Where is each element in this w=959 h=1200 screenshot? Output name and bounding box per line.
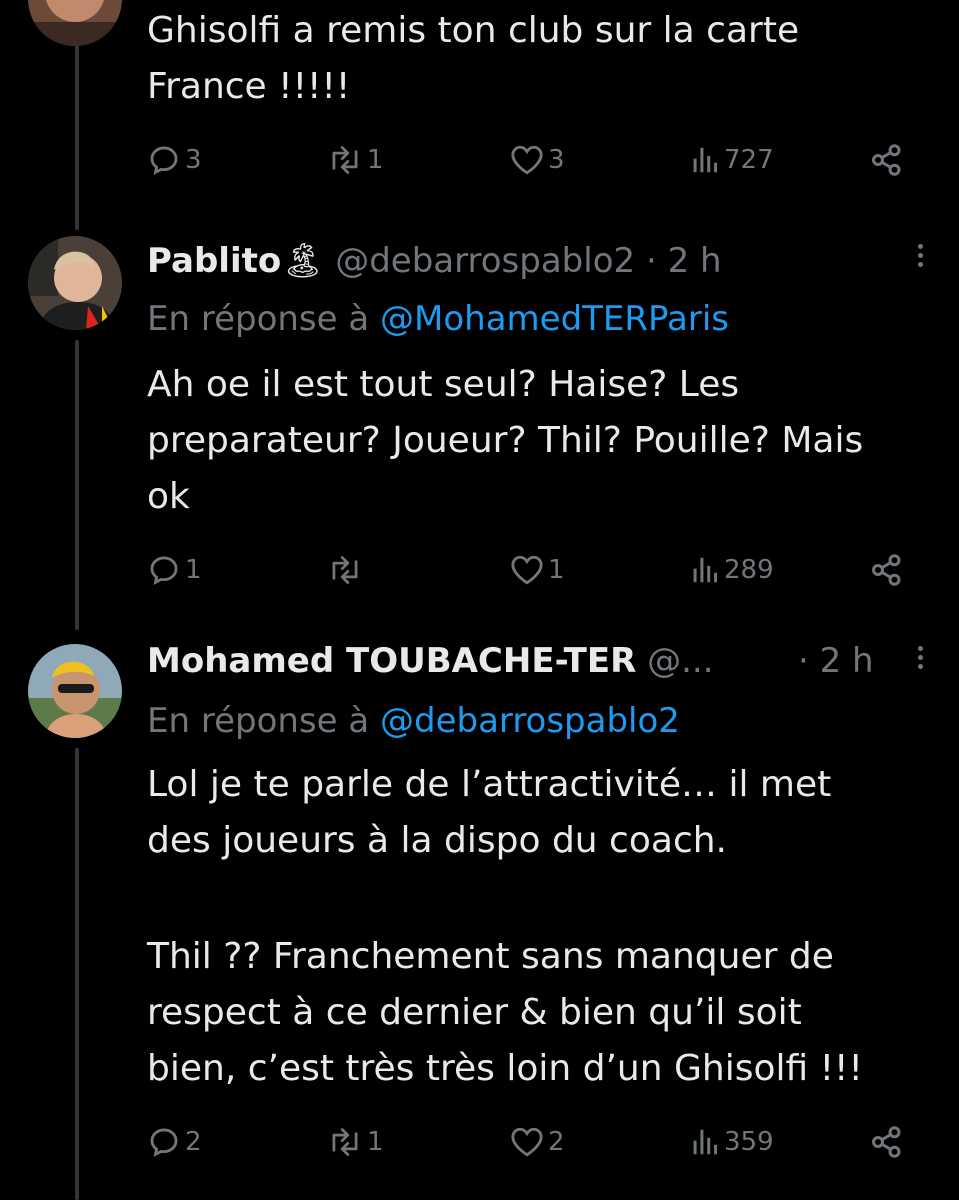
timestamp[interactable]: · 2 h (798, 638, 874, 684)
views-icon (693, 557, 718, 583)
share-button[interactable] (869, 1120, 905, 1164)
reply-prefix: En réponse à (147, 299, 370, 339)
display-name[interactable]: Mohamed TOUBACHE-TER (147, 641, 636, 681)
more-icon[interactable] (910, 642, 930, 682)
like-button[interactable]: 2 (510, 1120, 565, 1164)
tweet-text-line: preparateur? Joueur? Thil? Pouille? Mais (147, 420, 864, 461)
repost-icon (332, 146, 358, 174)
avatar[interactable] (28, 0, 122, 46)
views-count: 359 (724, 1127, 774, 1157)
reply-context: En réponse à @MohamedTERParis (147, 296, 729, 342)
reply-count: 3 (185, 145, 202, 175)
display-name[interactable]: Pablito (147, 241, 281, 281)
like-count: 2 (548, 1127, 565, 1157)
share-icon (872, 1126, 901, 1158)
like-count: 3 (548, 145, 565, 175)
mention-link[interactable]: @debarrospablo2 (380, 701, 680, 741)
avatar[interactable] (28, 236, 122, 330)
tweet-text-line: France !!!!! (147, 66, 351, 107)
like-icon (511, 1127, 543, 1157)
tweet-actions: 3 1 3 727 (147, 138, 917, 182)
tweet-actions: 1 1 289 (147, 548, 917, 592)
reply-button[interactable]: 1 (147, 548, 202, 592)
views-icon (693, 1129, 718, 1155)
tweet-text-line: bien, c’est très très loin d’un Ghisolfi… (147, 1048, 863, 1089)
repost-button[interactable]: 1 (327, 138, 384, 182)
share-button[interactable] (869, 138, 905, 182)
tweet-text-line: des joueurs à la dispo du coach. (147, 820, 727, 861)
mention-link[interactable]: @MohamedTERParis (380, 299, 729, 339)
reply-button[interactable]: 2 (147, 1120, 202, 1164)
reply-count: 2 (185, 1127, 202, 1157)
tweet-header: Pablito🏝 @debarrospablo2 · 2 h (147, 238, 722, 284)
share-button[interactable] (869, 548, 905, 592)
share-icon (872, 144, 901, 176)
timestamp[interactable]: · 2 h (646, 241, 722, 281)
share-icon (872, 554, 901, 586)
tweet-text-line: Ghisolfi a remis ton club sur la carte (147, 10, 800, 51)
reply-prefix: En réponse à (147, 701, 370, 741)
reply-icon (150, 146, 178, 175)
thread-line (75, 40, 79, 230)
repost-count: 1 (367, 1127, 384, 1157)
more-icon[interactable] (910, 240, 930, 280)
tweet-text-line: Ah oe il est tout seul? Haise? Les (147, 364, 740, 405)
reply-button[interactable]: 3 (147, 138, 202, 182)
views-button[interactable]: 289 (692, 548, 774, 592)
repost-count: 1 (367, 145, 384, 175)
repost-button[interactable] (327, 548, 367, 592)
tweet-text-line: ok (147, 476, 190, 517)
repost-icon (332, 1128, 358, 1156)
user-handle[interactable]: @... (647, 641, 713, 681)
reply-context: En réponse à @debarrospablo2 (147, 698, 680, 744)
like-icon (511, 555, 543, 585)
avatar[interactable] (28, 644, 122, 738)
like-button[interactable]: 1 (510, 548, 565, 592)
views-button[interactable]: 727 (692, 138, 774, 182)
views-count: 727 (724, 145, 774, 175)
thread-line (75, 748, 79, 1200)
repost-button[interactable]: 1 (327, 1120, 384, 1164)
tweet-text-line: Thil ?? Franchement sans manquer de (147, 936, 834, 977)
like-count: 1 (548, 555, 565, 585)
views-button[interactable]: 359 (692, 1120, 774, 1164)
tweet-text-line: respect à ce dernier & bien qu’il soit (147, 992, 802, 1033)
tweet-header: Mohamed TOUBACHE-TER @... (147, 638, 714, 684)
views-count: 289 (724, 555, 774, 585)
like-icon (511, 145, 543, 175)
reply-count: 1 (185, 555, 202, 585)
thread-line (75, 340, 79, 630)
island-emoji-icon: 🏝 (281, 241, 325, 281)
reply-icon (150, 556, 178, 585)
reply-icon (150, 1128, 178, 1157)
tweet-actions: 2 1 2 359 (147, 1120, 917, 1164)
views-icon (693, 147, 718, 173)
user-handle[interactable]: @debarrospablo2 (335, 241, 635, 281)
like-button[interactable]: 3 (510, 138, 565, 182)
repost-icon (332, 556, 358, 584)
tweet-text-line: Lol je te parle de l’attractivité… il me… (147, 764, 832, 805)
